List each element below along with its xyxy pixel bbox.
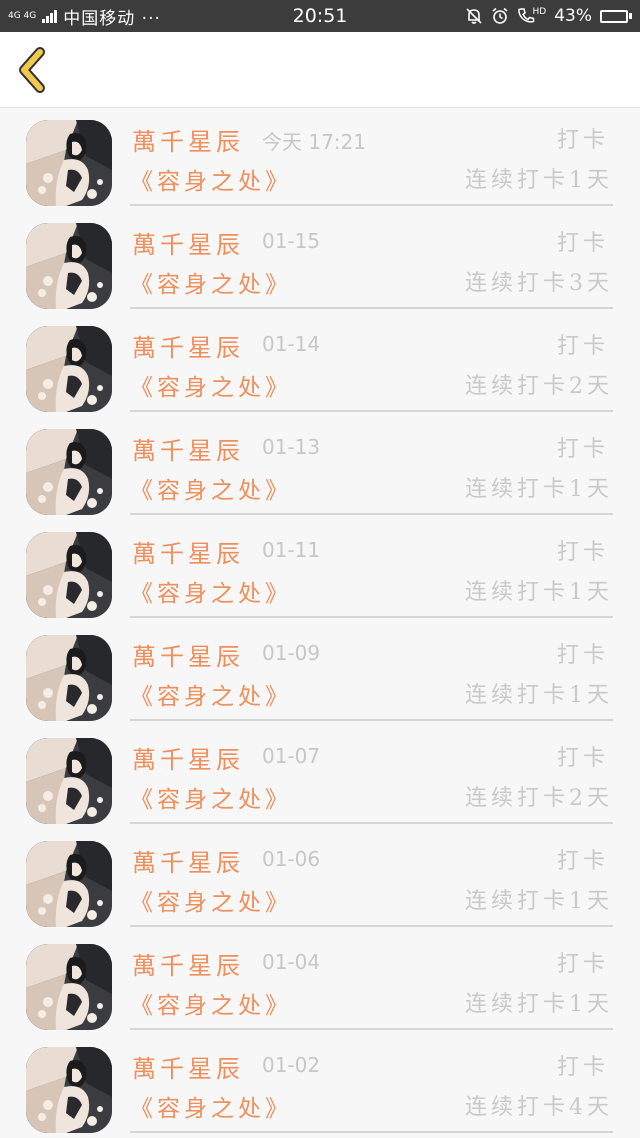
streak-count: 连续打卡1天 xyxy=(465,889,613,914)
book-title[interactable]: 《容身之处》 xyxy=(130,368,292,402)
user-name[interactable]: 萬千星辰 xyxy=(132,225,244,260)
list-item-content: 萬千星辰 01-09 打卡 《容身之处》 连续打卡1天 xyxy=(130,623,613,721)
book-title[interactable]: 《容身之处》 xyxy=(130,883,292,917)
avatar[interactable] xyxy=(26,429,112,515)
streak-count: 连续打卡1天 xyxy=(465,580,613,605)
avatar[interactable] xyxy=(26,1047,112,1133)
battery-percent: 43% xyxy=(554,6,592,26)
checkin-date: 01-15 xyxy=(262,229,321,253)
checkin-date: 01-02 xyxy=(262,1053,321,1077)
list-item-content: 萬千星辰 01-14 打卡 《容身之处》 连续打卡2天 xyxy=(130,314,613,412)
checkin-label: 打卡 xyxy=(556,1055,609,1080)
book-title[interactable]: 《容身之处》 xyxy=(130,471,292,505)
chevron-left-icon xyxy=(19,47,45,93)
list-item[interactable]: 萬千星辰 01-04 打卡 《容身之处》 连续打卡1天 xyxy=(0,932,640,1035)
checkin-date: 01-13 xyxy=(262,435,321,459)
list-item-content: 萬千星辰 01-15 打卡 《容身之处》 连续打卡3天 xyxy=(130,211,613,309)
book-title[interactable]: 《容身之处》 xyxy=(130,986,292,1020)
list-item[interactable]: 萬千星辰 01-06 打卡 《容身之处》 连续打卡1天 xyxy=(0,829,640,932)
checkin-date: 今天 17:21 xyxy=(262,130,366,154)
user-name[interactable]: 萬千星辰 xyxy=(132,946,244,981)
status-bar: 4G 4G 中国移动 ··· 20:51 HD 43% xyxy=(0,0,640,32)
checkin-label: 打卡 xyxy=(556,746,609,771)
user-name[interactable]: 萬千星辰 xyxy=(132,122,244,157)
battery-icon xyxy=(600,9,632,23)
status-right: HD 43% xyxy=(465,6,632,26)
streak-count: 连续打卡1天 xyxy=(465,992,613,1017)
user-name[interactable]: 萬千星辰 xyxy=(132,431,244,466)
list-item[interactable]: 萬千星辰 01-14 打卡 《容身之处》 连续打卡2天 xyxy=(0,314,640,417)
nav-bar xyxy=(0,32,640,108)
signal-icon xyxy=(42,9,58,23)
avatar[interactable] xyxy=(26,223,112,309)
user-name[interactable]: 萬千星辰 xyxy=(132,1049,244,1084)
avatar[interactable] xyxy=(26,120,112,206)
list-item-content: 萬千星辰 01-04 打卡 《容身之处》 连续打卡1天 xyxy=(130,932,613,1030)
streak-count: 连续打卡4天 xyxy=(465,1095,613,1120)
user-name[interactable]: 萬千星辰 xyxy=(132,740,244,775)
checkin-label: 打卡 xyxy=(556,849,609,874)
list-item[interactable]: 萬千星辰 01-15 打卡 《容身之处》 连续打卡3天 xyxy=(0,211,640,314)
checkin-date: 01-09 xyxy=(262,641,321,665)
streak-count: 连续打卡1天 xyxy=(465,477,613,502)
list-item[interactable]: 萬千星辰 01-11 打卡 《容身之处》 连续打卡1天 xyxy=(0,520,640,623)
book-title[interactable]: 《容身之处》 xyxy=(130,265,292,299)
list-item[interactable]: 萬千星辰 01-09 打卡 《容身之处》 连续打卡1天 xyxy=(0,623,640,726)
user-name[interactable]: 萬千星辰 xyxy=(132,534,244,569)
streak-count: 连续打卡2天 xyxy=(465,374,613,399)
checkin-label: 打卡 xyxy=(556,231,609,256)
book-title[interactable]: 《容身之处》 xyxy=(130,1089,292,1123)
user-name[interactable]: 萬千星辰 xyxy=(132,843,244,878)
checkin-date: 01-06 xyxy=(262,847,321,871)
book-title[interactable]: 《容身之处》 xyxy=(130,574,292,608)
checkin-date: 01-04 xyxy=(262,950,321,974)
hd-label: HD xyxy=(532,7,547,17)
avatar[interactable] xyxy=(26,635,112,721)
streak-count: 连续打卡1天 xyxy=(465,168,613,193)
streak-count: 连续打卡2天 xyxy=(465,786,613,811)
alarm-icon xyxy=(491,7,509,25)
avatar[interactable] xyxy=(26,326,112,412)
list-item-content: 萬千星辰 今天 17:21 打卡 《容身之处》 连续打卡1天 xyxy=(130,108,613,206)
streak-count: 连续打卡3天 xyxy=(465,271,613,296)
streak-count: 连续打卡1天 xyxy=(465,683,613,708)
avatar[interactable] xyxy=(26,532,112,618)
checkin-label: 打卡 xyxy=(556,437,609,462)
checkin-label: 打卡 xyxy=(556,334,609,359)
checkin-date: 01-14 xyxy=(262,332,321,356)
list-item[interactable]: 萬千星辰 01-07 打卡 《容身之处》 连续打卡2天 xyxy=(0,726,640,829)
checkin-label: 打卡 xyxy=(556,952,609,977)
checkin-date: 01-11 xyxy=(262,538,321,562)
book-title[interactable]: 《容身之处》 xyxy=(130,677,292,711)
back-button[interactable] xyxy=(12,46,56,94)
list-item-content: 萬千星辰 01-02 打卡 《容身之处》 连续打卡4天 xyxy=(130,1035,613,1133)
status-left: 4G 4G 中国移动 ··· xyxy=(8,4,465,29)
avatar[interactable] xyxy=(26,841,112,927)
list-item-content: 萬千星辰 01-11 打卡 《容身之处》 连续打卡1天 xyxy=(130,520,613,618)
carrier-name: 中国移动 ··· xyxy=(63,8,161,29)
list-item[interactable]: 萬千星辰 今天 17:21 打卡 《容身之处》 连续打卡1天 xyxy=(0,108,640,211)
list-item-content: 萬千星辰 01-07 打卡 《容身之处》 连续打卡2天 xyxy=(130,726,613,824)
network-type: 4G 4G xyxy=(8,10,37,21)
checkin-date: 01-07 xyxy=(262,744,321,768)
call-hd-icon: HD xyxy=(517,7,547,25)
book-title[interactable]: 《容身之处》 xyxy=(130,162,292,196)
checkin-label: 打卡 xyxy=(556,643,609,668)
avatar[interactable] xyxy=(26,944,112,1030)
checkin-label: 打卡 xyxy=(556,540,609,565)
list-item[interactable]: 萬千星辰 01-13 打卡 《容身之处》 连续打卡1天 xyxy=(0,417,640,520)
book-title[interactable]: 《容身之处》 xyxy=(130,780,292,814)
checkin-label: 打卡 xyxy=(556,128,609,153)
mute-icon xyxy=(465,7,483,25)
user-name[interactable]: 萬千星辰 xyxy=(132,328,244,363)
list-item[interactable]: 萬千星辰 01-02 打卡 《容身之处》 连续打卡4天 xyxy=(0,1035,640,1138)
list-item-content: 萬千星辰 01-13 打卡 《容身之处》 连续打卡1天 xyxy=(130,417,613,515)
checkin-list: 萬千星辰 今天 17:21 打卡 《容身之处》 连续打卡1天 萬千星辰 01-1… xyxy=(0,108,640,1138)
list-item-content: 萬千星辰 01-06 打卡 《容身之处》 连续打卡1天 xyxy=(130,829,613,927)
user-name[interactable]: 萬千星辰 xyxy=(132,637,244,672)
avatar[interactable] xyxy=(26,738,112,824)
